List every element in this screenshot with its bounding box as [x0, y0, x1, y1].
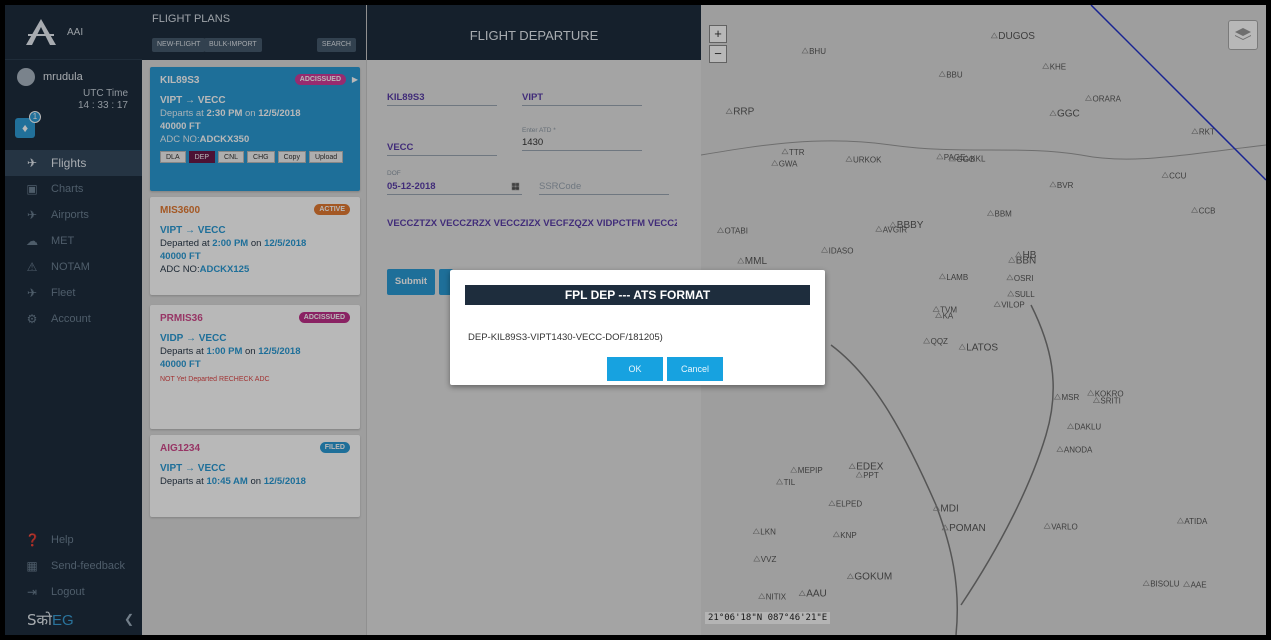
ok-button[interactable]: OK	[607, 357, 663, 381]
dialog-message: DEP-KIL89S3-VIPT1430-VECC-DOF/181205)	[468, 332, 663, 343]
app-window: AAI mrudula UTC Time 14 : 33 : 17 ♦ 1 ✈ F…	[5, 5, 1266, 635]
cancel-button[interactable]: Cancel	[667, 357, 723, 381]
dialog-title: FPL DEP --- ATS FORMAT	[465, 285, 810, 305]
ats-format-dialog: FPL DEP --- ATS FORMAT DEP-KIL89S3-VIPT1…	[450, 270, 825, 385]
